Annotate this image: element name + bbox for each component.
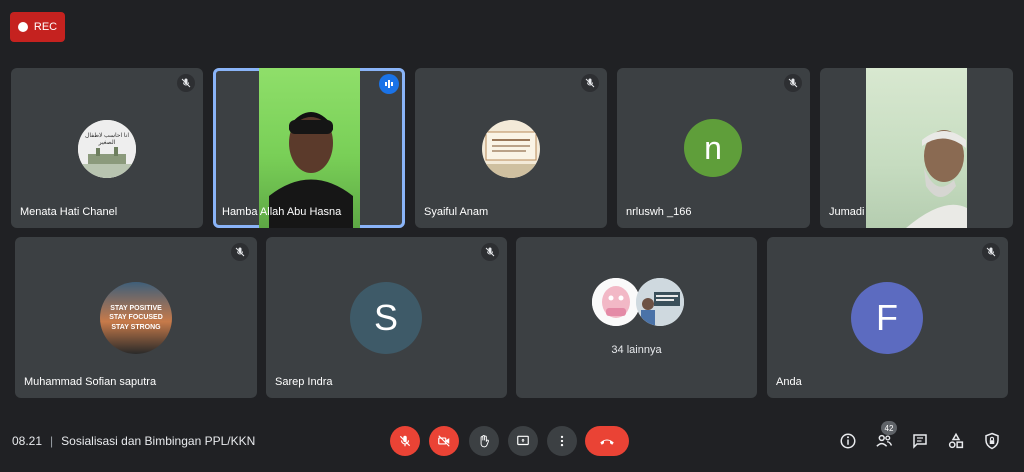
meeting-title: Sosialisasi dan Bimbingan PPL/KKN — [61, 434, 256, 448]
mic-off-icon — [784, 74, 802, 92]
meeting-info: 08.21 | Sosialisasi dan Bimbingan PPL/KK… — [12, 434, 255, 448]
avatar-line-1: STAY POSITIVE — [110, 304, 162, 312]
participant-tile-sarep-indra[interactable]: S Sarep Indra — [266, 237, 507, 398]
avatar — [592, 278, 640, 326]
more-participants-label: 34 lainnya — [611, 344, 662, 356]
participant-name: Anda — [776, 376, 802, 388]
bottom-toolbar: 08.21 | Sosialisasi dan Bimbingan PPL/KK… — [0, 412, 1024, 472]
avatar: S — [350, 282, 422, 354]
activities-icon[interactable] — [945, 430, 967, 452]
avatar-line-3: STAY STRONG — [111, 323, 161, 331]
recording-label: REC — [33, 21, 58, 33]
present-screen-button[interactable] — [508, 426, 538, 456]
speaking-indicator-icon — [379, 74, 399, 94]
participant-video — [259, 68, 360, 228]
mic-off-icon — [581, 74, 599, 92]
mic-off-icon — [481, 243, 499, 261]
chat-icon[interactable] — [909, 430, 931, 452]
participant-name: Syaiful Anam — [424, 206, 489, 218]
meeting-details-icon[interactable] — [837, 430, 859, 452]
camera-toggle-button[interactable] — [429, 426, 459, 456]
avatar — [636, 278, 684, 326]
meeting-time: 08.21 — [12, 434, 43, 448]
people-icon[interactable]: 42 — [873, 421, 897, 452]
participant-name: Muhammad Sofian saputra — [24, 376, 157, 388]
participant-name: Menata Hati Chanel — [20, 206, 118, 218]
participant-name: nrluswh _166 — [626, 206, 692, 218]
avatar — [482, 120, 540, 178]
avatar: STAY POSITIVE STAY FOCUSED STAY STRONG — [100, 282, 172, 354]
avatar: F — [851, 282, 923, 354]
participant-tile-muhammad-sofian[interactable]: STAY POSITIVE STAY FOCUSED STAY STRONG M… — [15, 237, 257, 398]
recording-indicator: REC — [10, 12, 65, 42]
participant-tile-others[interactable]: 34 lainnya — [516, 237, 757, 398]
mic-toggle-button[interactable] — [390, 426, 420, 456]
participant-tile-jumadi[interactable]: Jumadi — [820, 68, 1013, 228]
avatar: انا احاسب لاطفال الصغير — [78, 120, 136, 178]
more-options-button[interactable] — [547, 426, 577, 456]
participant-name: Jumadi — [829, 206, 865, 218]
record-dot-icon — [17, 22, 28, 32]
leave-call-button[interactable] — [585, 426, 629, 456]
raise-hand-button[interactable] — [469, 426, 499, 456]
participant-name: Hamba Allah Abu Hasna — [222, 206, 342, 218]
avatar: n — [684, 119, 742, 177]
participant-count-badge: 42 — [881, 421, 897, 435]
avatar-text: انا احاسب لاطفال الصغير — [84, 133, 130, 147]
mic-off-icon — [177, 74, 195, 92]
participant-tile-nrluswh[interactable]: n nrluswh _166 — [617, 68, 810, 228]
mic-off-icon — [982, 243, 1000, 261]
mic-off-icon — [231, 243, 249, 261]
participant-tile-syaiful-anam[interactable]: Syaiful Anam — [415, 68, 607, 228]
separator: | — [50, 434, 54, 448]
participant-tile-anda[interactable]: F Anda — [767, 237, 1008, 398]
avatar-line-2: STAY FOCUSED — [109, 314, 163, 322]
host-controls-icon[interactable] — [981, 430, 1003, 452]
participant-tile-hamba-allah[interactable]: Hamba Allah Abu Hasna — [213, 68, 405, 228]
participant-tile-menata-hati[interactable]: انا احاسب لاطفال الصغير Menata Hati Chan… — [11, 68, 203, 228]
participant-name: Sarep Indra — [275, 376, 333, 388]
participant-video — [866, 68, 967, 228]
